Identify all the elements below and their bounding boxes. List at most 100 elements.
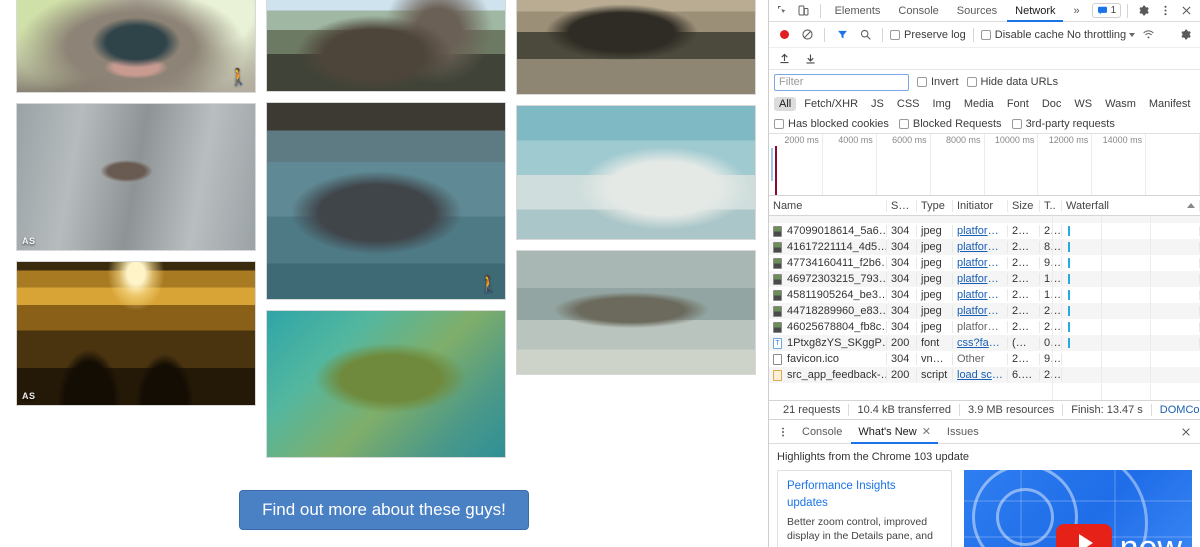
initiator-cell[interactable]: platform… xyxy=(953,273,1008,285)
initiator-cell[interactable]: platform… xyxy=(953,225,1008,237)
close-drawer-icon[interactable] xyxy=(1176,423,1196,441)
type-filter-media[interactable]: Media xyxy=(959,97,999,111)
type-filter-img[interactable]: Img xyxy=(928,97,956,111)
drawer-tab-whats-new[interactable]: What's New ✕ xyxy=(851,420,938,444)
preserve-log-checkbox[interactable]: Preserve log xyxy=(890,29,966,41)
column-header-size[interactable]: Size xyxy=(1008,200,1040,212)
invert-label: Invert xyxy=(931,76,959,88)
table-row[interactable]: 47734160411_f2b6… 304 jpeg platform… 235… xyxy=(769,255,1200,271)
tab-network[interactable]: Network xyxy=(1007,0,1063,22)
initiator-cell[interactable]: css?fam… xyxy=(953,337,1008,349)
tab-elements[interactable]: Elements xyxy=(827,0,889,22)
initiator-cell[interactable]: platform… xyxy=(953,305,1008,317)
close-tab-icon[interactable]: ✕ xyxy=(922,420,931,444)
invert-checkbox[interactable]: Invert xyxy=(917,76,959,88)
request-name-cell[interactable]: 41617221114_4d5… xyxy=(769,241,887,253)
type-filter-all[interactable]: All xyxy=(774,97,796,111)
has-blocked-cookies-checkbox[interactable]: Has blocked cookies xyxy=(774,118,889,130)
network-conditions-icon[interactable] xyxy=(1138,26,1158,44)
table-row[interactable]: 44718289960_e83… 304 jpeg platform… 234…… xyxy=(769,303,1200,319)
filter-funnel-icon[interactable] xyxy=(832,26,852,44)
search-icon[interactable] xyxy=(855,26,875,44)
more-tabs-icon[interactable]: » xyxy=(1065,0,1087,22)
filter-input[interactable] xyxy=(774,74,909,91)
type-filter-ws[interactable]: WS xyxy=(1069,97,1097,111)
column-header-status[interactable]: Stat. xyxy=(887,200,917,212)
table-row[interactable]: 46025678804_fb8c… 304 jpeg platform… 234… xyxy=(769,319,1200,335)
table-row[interactable]: T 1Ptxg8zYS_SKggP… 200 font css?fam… (me… xyxy=(769,335,1200,351)
table-row[interactable]: 47099018614_5a6… 304 jpeg platform… 235…… xyxy=(769,223,1200,239)
import-har-icon[interactable] xyxy=(774,50,794,68)
toggle-device-toolbar-icon[interactable] xyxy=(794,2,813,20)
request-name-cell[interactable]: 44718289960_e83… xyxy=(769,305,887,317)
request-name-cell[interactable]: favicon.ico xyxy=(769,353,887,365)
request-name-cell[interactable]: 46972303215_793… xyxy=(769,273,887,285)
more-options-kebab-icon[interactable] xyxy=(1155,2,1174,20)
third-party-requests-checkbox[interactable]: 3rd-party requests xyxy=(1012,118,1115,130)
type-filter-fetch-xhr[interactable]: Fetch/XHR xyxy=(799,97,863,111)
type-filter-js[interactable]: JS xyxy=(866,97,889,111)
whats-new-video-thumbnail[interactable]: new xyxy=(964,470,1192,547)
message-count-badge[interactable]: 1 xyxy=(1092,3,1122,18)
drawer-tab-console[interactable]: Console xyxy=(795,420,849,444)
whats-new-card[interactable]: Performance Insights updates Better zoom… xyxy=(777,470,952,547)
photo-whale-shark[interactable]: 🚶 xyxy=(266,102,506,300)
photo-whale-underside[interactable] xyxy=(516,105,756,240)
find-out-more-button[interactable]: Find out more about these guys! xyxy=(239,490,529,530)
inspect-element-icon[interactable] xyxy=(773,2,792,20)
photo-koala[interactable]: 🚶 xyxy=(16,0,256,93)
table-row[interactable]: 45811905264_be3… 304 jpeg platform… 235…… xyxy=(769,287,1200,303)
type-filter-wasm[interactable]: Wasm xyxy=(1100,97,1141,111)
photo-giant-tortoise[interactable] xyxy=(266,0,506,92)
request-name-cell[interactable]: 45811905264_be3… xyxy=(769,289,887,301)
drawer-more-options-kebab-icon[interactable] xyxy=(773,423,793,441)
type-filter-font[interactable]: Font xyxy=(1002,97,1034,111)
clear-network-log-button[interactable] xyxy=(797,26,817,44)
table-row[interactable]: src_app_feedback-… 200 script load scri…… xyxy=(769,367,1200,383)
settings-gear-icon[interactable] xyxy=(1134,2,1153,20)
request-name-cell[interactable]: src_app_feedback-… xyxy=(769,369,887,381)
request-name-cell[interactable]: 47099018614_5a6… xyxy=(769,225,887,237)
close-devtools-icon[interactable] xyxy=(1177,2,1196,20)
card-title-line2[interactable]: updates xyxy=(787,495,942,512)
initiator-cell[interactable]: platform… xyxy=(953,257,1008,269)
initiator-cell[interactable]: platform… xyxy=(953,289,1008,301)
throttling-select[interactable]: No throttling xyxy=(1067,29,1135,41)
waterfall-cell xyxy=(1062,306,1200,316)
request-name-cell[interactable]: 46025678804_fb8c… xyxy=(769,321,887,333)
column-header-initiator[interactable]: Initiator xyxy=(953,200,1008,212)
table-row[interactable]: 46972303215_793… 304 jpeg platform… 235…… xyxy=(769,271,1200,287)
network-overview-timeline[interactable]: 2000 ms 4000 ms 6000 ms 8000 ms 10000 ms… xyxy=(769,134,1200,196)
table-row[interactable]: favicon.ico 304 vnd… Other 233… 9… xyxy=(769,351,1200,367)
photo-booby-bird[interactable]: AS xyxy=(16,103,256,251)
photo-weedy-seadragon[interactable] xyxy=(266,310,506,458)
blocked-requests-checkbox[interactable]: Blocked Requests xyxy=(899,118,1002,130)
type-filter-manifest[interactable]: Manifest xyxy=(1144,97,1196,111)
network-settings-gear-icon[interactable] xyxy=(1175,26,1195,44)
photo-leopard-shark[interactable] xyxy=(516,250,756,375)
type-filter-css[interactable]: CSS xyxy=(892,97,925,111)
drawer-tab-issues[interactable]: Issues xyxy=(940,420,986,444)
column-header-time[interactable]: T.. xyxy=(1040,200,1062,212)
export-har-icon[interactable] xyxy=(800,50,820,68)
tab-console[interactable]: Console xyxy=(890,0,946,22)
photo-marine-iguana[interactable] xyxy=(516,0,756,95)
type-filter-doc[interactable]: Doc xyxy=(1037,97,1067,111)
hide-data-urls-checkbox[interactable]: Hide data URLs xyxy=(967,76,1059,88)
column-header-type[interactable]: Type xyxy=(917,200,953,212)
devtools-drawer: Console What's New ✕ Issues Highlights f… xyxy=(769,420,1200,547)
request-name-cell[interactable]: 47734160411_f2b6… xyxy=(769,257,887,269)
initiator-cell[interactable]: platform… xyxy=(953,241,1008,253)
table-row[interactable]: 41617221114_4d5… 304 jpeg platform… 235…… xyxy=(769,239,1200,255)
youtube-play-button-icon[interactable] xyxy=(1056,524,1112,547)
initiator-cell[interactable]: platform… xyxy=(953,321,1008,333)
initiator-cell[interactable]: load scri… xyxy=(953,369,1008,381)
photo-sea-lions-sunset[interactable]: AS xyxy=(16,261,256,406)
record-button[interactable] xyxy=(774,26,794,44)
request-name-cell[interactable]: T 1Ptxg8zYS_SKggP… xyxy=(769,337,887,349)
disable-cache-checkbox[interactable]: Disable cache xyxy=(981,29,1064,41)
card-title-line1[interactable]: Performance Insights xyxy=(787,478,942,495)
column-header-name[interactable]: Name xyxy=(769,200,887,212)
tab-sources[interactable]: Sources xyxy=(949,0,1005,22)
column-header-waterfall[interactable]: Waterfall xyxy=(1062,200,1200,212)
